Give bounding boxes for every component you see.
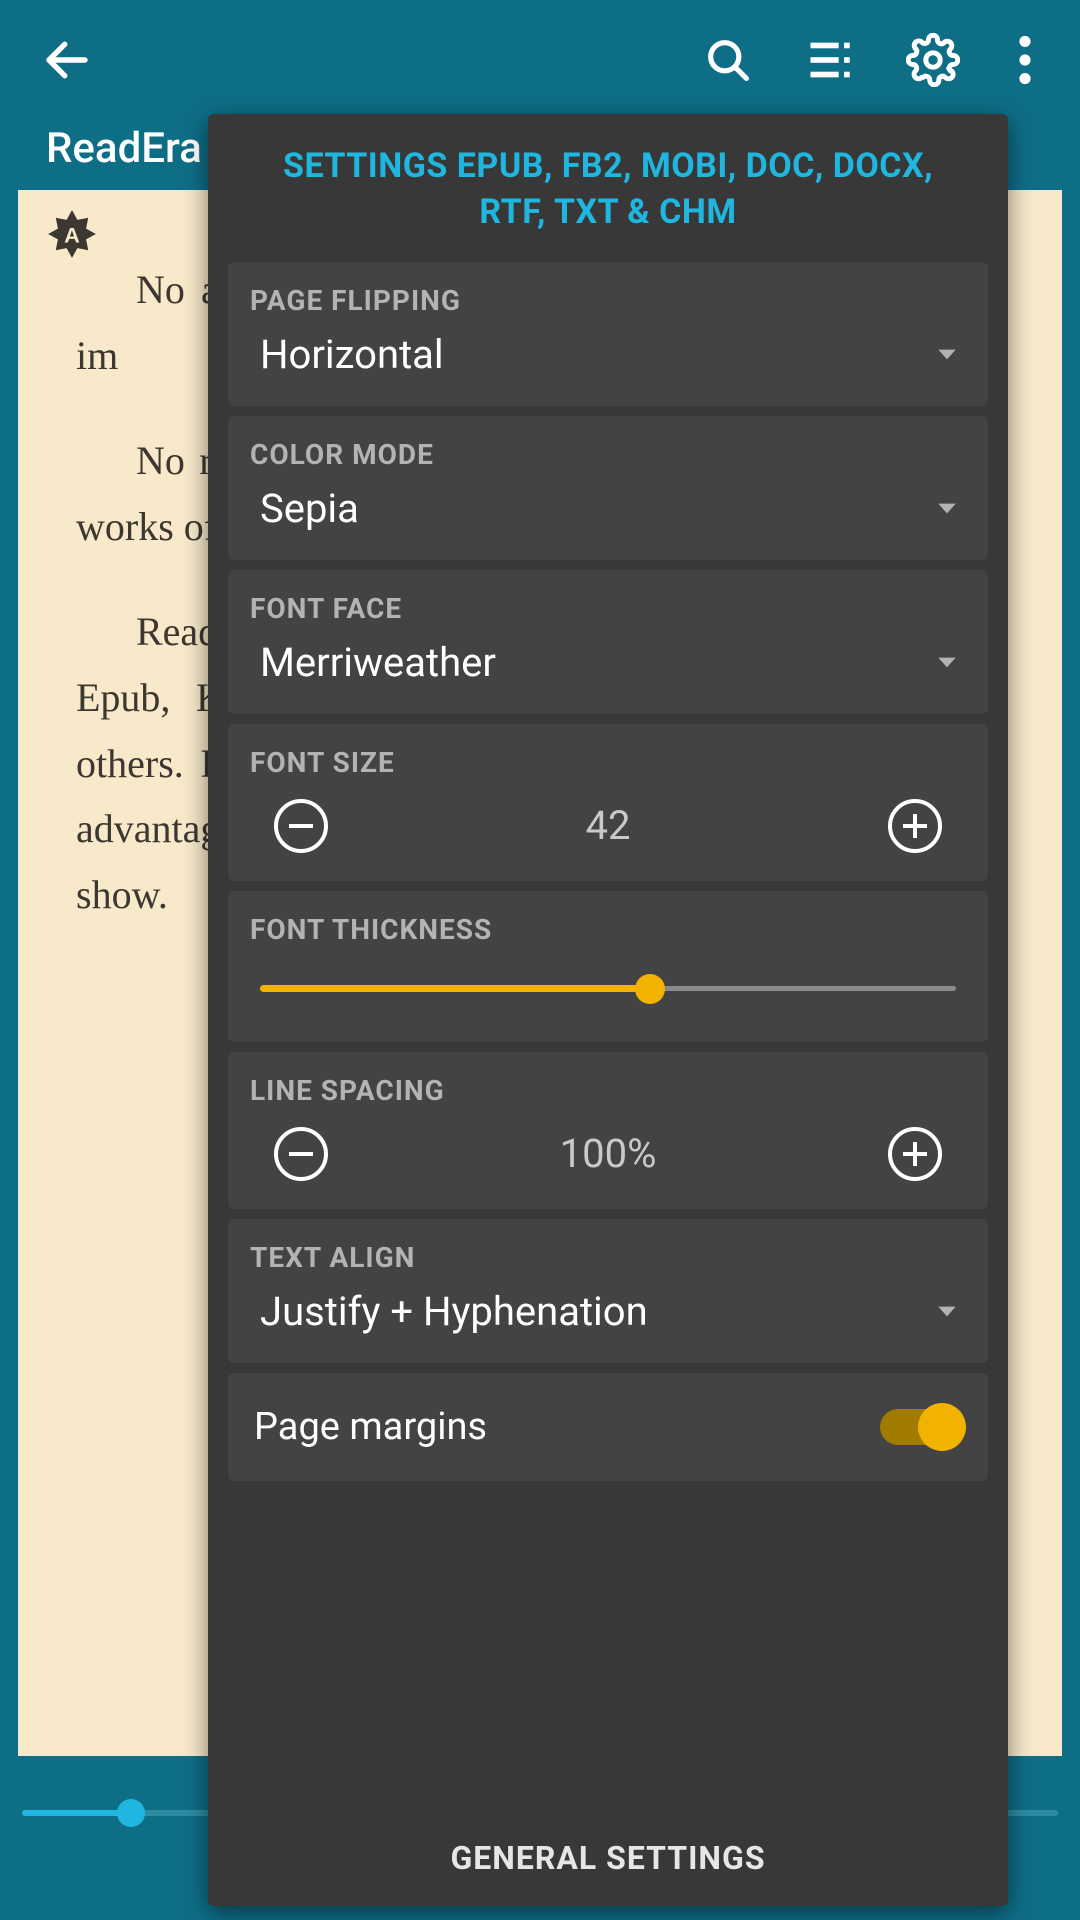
brightness-badge-icon: A [46, 208, 98, 260]
font-size-increase-button[interactable] [888, 799, 942, 853]
slider-thumb[interactable] [635, 974, 665, 1004]
title-text: ReadEra - [46, 124, 226, 173]
settings-scroll[interactable]: PAGE FLIPPING Horizontal COLOR MODE Sepi… [208, 262, 1008, 1810]
progress-fill [22, 1810, 131, 1816]
line-spacing-value: 100% [560, 1130, 657, 1177]
font-size-value: 42 [586, 802, 631, 849]
overflow-icon[interactable] [1010, 34, 1040, 86]
font-size-card: FONT SIZE 42 [228, 724, 988, 881]
svg-text:A: A [64, 223, 80, 248]
font-size-label: FONT SIZE [250, 746, 966, 779]
page-margins-card: Page margins [228, 1373, 988, 1481]
font-thickness-slider[interactable] [260, 960, 956, 1016]
progress-thumb[interactable] [117, 1799, 145, 1827]
font-face-card[interactable]: FONT FACE Merriweather [228, 570, 988, 714]
font-face-value: Merriweather [260, 639, 934, 686]
text-align-card[interactable]: TEXT ALIGN Justify + Hyphenation [228, 1219, 988, 1363]
font-face-label: FONT FACE [250, 592, 966, 625]
page-flipping-value: Horizontal [260, 331, 934, 378]
font-thickness-label: FONT THICKNESS [250, 913, 966, 946]
settings-panel: SETTINGS EPUB, FB2, MOBI, DOC, DOCX, RTF… [208, 114, 1008, 1906]
color-mode-label: COLOR MODE [250, 438, 966, 471]
page-flipping-card[interactable]: PAGE FLIPPING Horizontal [228, 262, 988, 406]
line-spacing-increase-button[interactable] [888, 1127, 942, 1181]
chevron-down-icon [934, 1298, 960, 1324]
toc-icon[interactable] [804, 34, 856, 86]
page-margins-label: Page margins [254, 1405, 487, 1449]
back-icon[interactable] [40, 33, 94, 87]
color-mode-card[interactable]: COLOR MODE Sepia [228, 416, 988, 560]
font-thickness-card: FONT THICKNESS [228, 891, 988, 1042]
font-size-decrease-button[interactable] [274, 799, 328, 853]
line-spacing-card: LINE SPACING 100% [228, 1052, 988, 1209]
page-flipping-label: PAGE FLIPPING [250, 284, 966, 317]
page-margins-toggle[interactable] [880, 1409, 962, 1445]
search-icon[interactable] [702, 34, 754, 86]
line-spacing-decrease-button[interactable] [274, 1127, 328, 1181]
settings-panel-title: SETTINGS EPUB, FB2, MOBI, DOC, DOCX, RTF… [208, 114, 1008, 262]
app-bar [0, 0, 1080, 120]
text-align-value: Justify + Hyphenation [260, 1288, 934, 1335]
line-spacing-label: LINE SPACING [250, 1074, 966, 1107]
chevron-down-icon [934, 495, 960, 521]
chevron-down-icon [934, 341, 960, 367]
text-align-label: TEXT ALIGN [250, 1241, 966, 1274]
general-settings-button[interactable]: GENERAL SETTINGS [208, 1810, 1008, 1906]
chevron-down-icon [934, 649, 960, 675]
color-mode-value: Sepia [260, 485, 934, 532]
gear-icon[interactable] [906, 33, 960, 87]
